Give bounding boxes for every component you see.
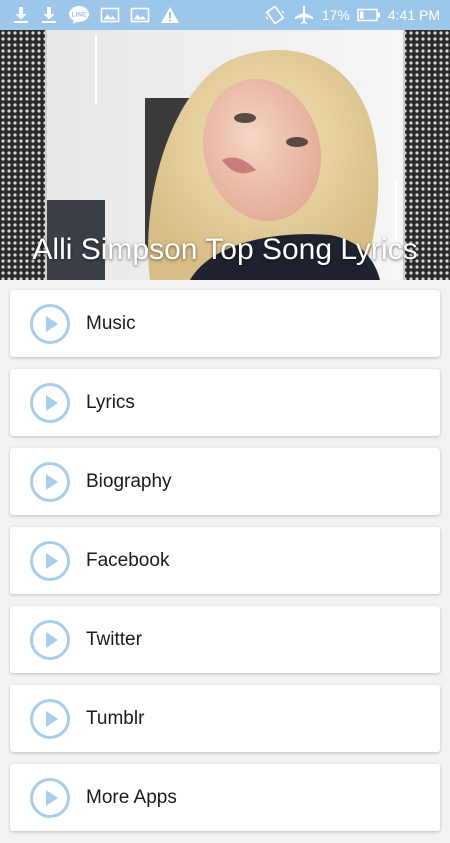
- play-circle-icon: [29, 698, 71, 740]
- play-circle-icon: [29, 303, 71, 345]
- app-title: Alli Simpson Top Song Lyrics: [32, 233, 418, 266]
- menu-item-music[interactable]: Music: [10, 290, 440, 357]
- status-bar: LINE 17% 4:41 PM: [0, 0, 450, 30]
- play-circle-icon: [29, 461, 71, 503]
- menu-item-label: Twitter: [86, 628, 142, 650]
- menu-item-more-apps[interactable]: More Apps: [10, 764, 440, 831]
- system-icons: 17% 4:41 PM: [257, 5, 440, 25]
- menu-item-tumblr[interactable]: Tumblr: [10, 685, 440, 752]
- menu-item-label: Music: [86, 312, 136, 334]
- play-circle-icon: [29, 382, 71, 424]
- menu-item-twitter[interactable]: Twitter: [10, 606, 440, 673]
- play-circle-icon: [29, 619, 71, 661]
- download-icon: [40, 6, 58, 24]
- menu-item-label: Facebook: [86, 549, 170, 571]
- battery-icon: [357, 8, 381, 22]
- menu-item-biography[interactable]: Biography: [10, 448, 440, 515]
- vibrate-icon: [264, 5, 286, 25]
- menu-item-label: Tumblr: [86, 707, 145, 729]
- notification-icons: LINE: [12, 5, 190, 25]
- menu-item-lyrics[interactable]: Lyrics: [10, 369, 440, 436]
- play-circle-icon: [29, 777, 71, 819]
- menu-item-facebook[interactable]: Facebook: [10, 527, 440, 594]
- header-banner: Alli Simpson Top Song Lyrics: [0, 30, 450, 280]
- menu-item-label: Lyrics: [86, 391, 135, 413]
- menu-list: Music Lyrics Biography Facebook Twitter …: [10, 290, 440, 843]
- clock: 4:41 PM: [387, 7, 440, 23]
- svg-text:LINE: LINE: [72, 12, 87, 19]
- download-icon: [12, 6, 30, 24]
- image-icon: [100, 6, 120, 24]
- menu-item-label: More Apps: [86, 786, 177, 808]
- airplane-mode-icon: [293, 5, 315, 25]
- warning-icon: [160, 6, 180, 24]
- image-icon: [130, 6, 150, 24]
- play-circle-icon: [29, 540, 71, 582]
- menu-item-label: Biography: [86, 470, 172, 492]
- battery-percentage: 17%: [321, 7, 350, 23]
- line-app-icon: LINE: [68, 5, 90, 25]
